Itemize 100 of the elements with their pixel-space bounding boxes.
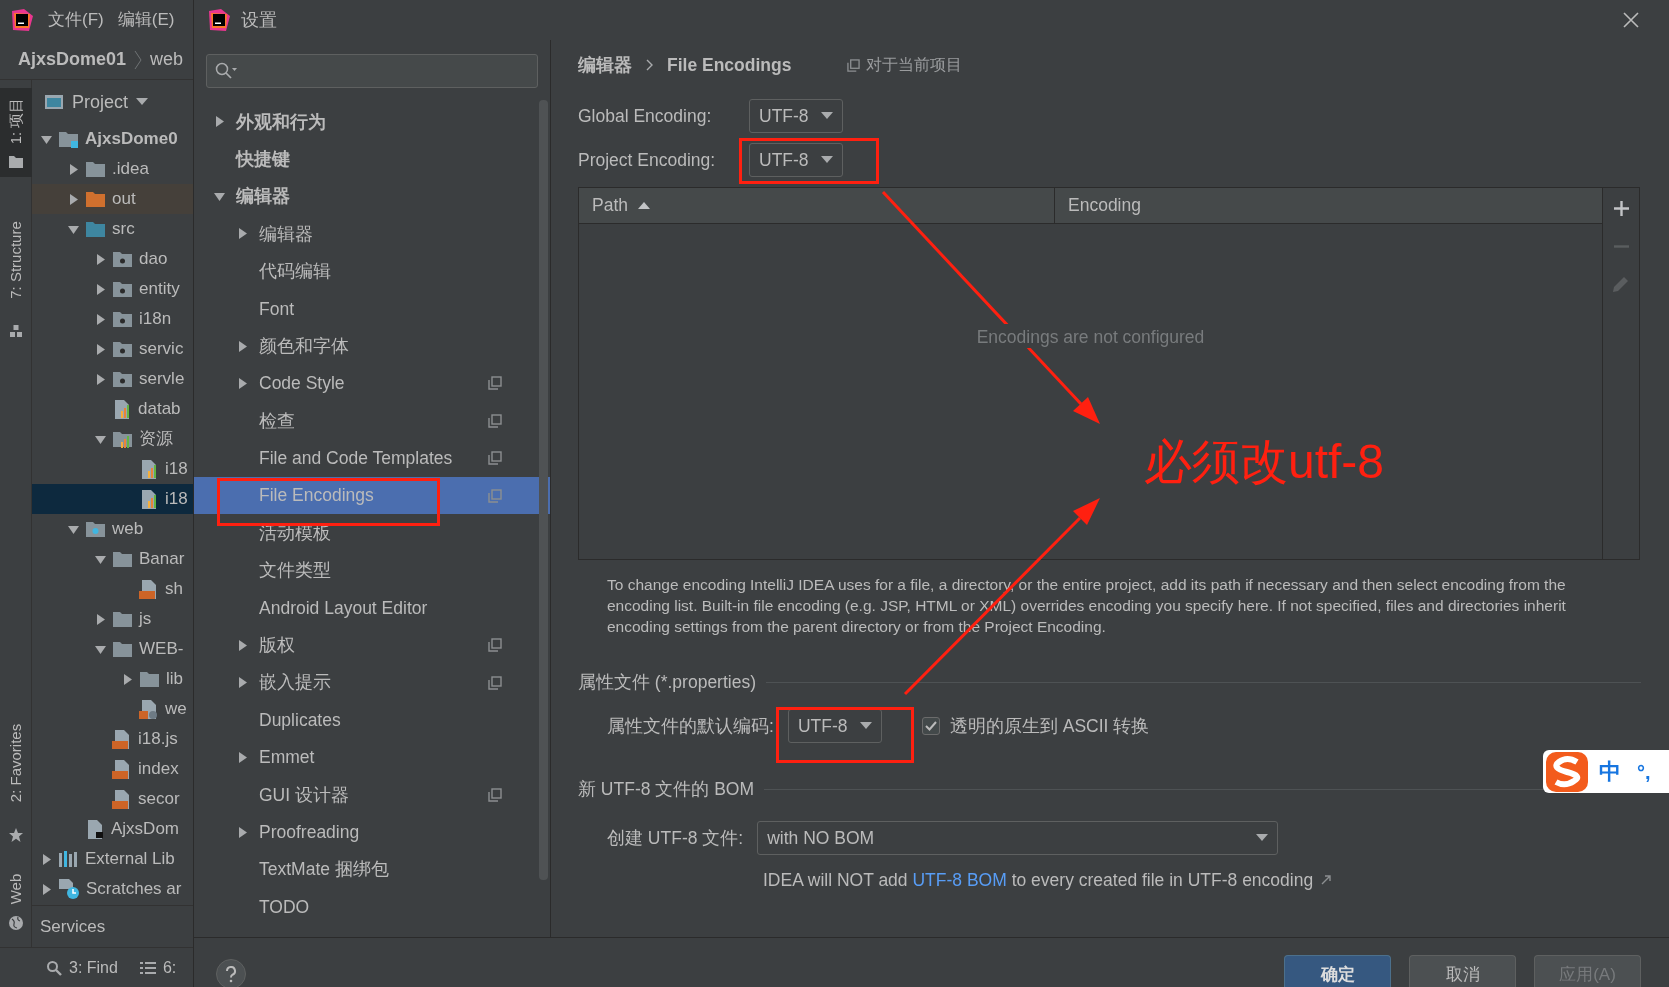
link[interactable]: UTF-8 BOM	[912, 869, 1007, 890]
tree-item[interactable]: .idea	[32, 154, 193, 184]
input-mode[interactable]: 中	[1599, 755, 1621, 788]
column-header[interactable]: Encoding	[1055, 188, 1602, 223]
collapse-arrow-icon[interactable]	[94, 553, 106, 565]
settings-item[interactable]: 文件类型	[194, 551, 550, 590]
tree-item[interactable]: Banar	[32, 544, 193, 574]
settings-item[interactable]: 外观和行为	[194, 103, 550, 141]
settings-item[interactable]: GUI 设计器	[194, 776, 550, 814]
column-header[interactable]: Path	[579, 188, 1055, 223]
search-field[interactable]	[206, 54, 538, 88]
tree-item[interactable]: src	[32, 214, 193, 244]
settings-item[interactable]: TextMate 捆绑包	[194, 850, 550, 889]
expand-arrow-icon[interactable]	[40, 883, 52, 895]
tree-item[interactable]: lib	[32, 664, 193, 694]
dialog-button[interactable]: 取消	[1409, 955, 1516, 987]
tree-item[interactable]: i18n	[32, 304, 193, 334]
tree-item[interactable]: WEB-	[32, 634, 193, 664]
settings-item[interactable]: File and Code Templates	[194, 439, 550, 477]
expand-arrow-icon[interactable]	[237, 826, 248, 838]
expand-arrow-icon[interactable]	[237, 377, 248, 389]
breadcrumb-item[interactable]: web	[150, 46, 184, 73]
dialog-button[interactable]: 确定	[1284, 955, 1391, 987]
settings-item[interactable]: Duplicates	[194, 701, 550, 739]
panel-title[interactable]: Project	[72, 88, 129, 116]
tree-item[interactable]: Scratches ar	[32, 874, 193, 904]
collapse-arrow-icon[interactable]	[67, 523, 79, 535]
expand-arrow-icon[interactable]	[94, 373, 106, 385]
tree-item[interactable]: secor	[32, 784, 193, 814]
tree-item[interactable]: js	[32, 604, 193, 634]
expand-arrow-icon[interactable]	[237, 228, 248, 240]
tree-item[interactable]: index	[32, 754, 193, 784]
expand-arrow-icon[interactable]	[94, 343, 106, 355]
expand-arrow-icon[interactable]	[94, 283, 106, 295]
tree-item[interactable]: 资源	[32, 424, 193, 454]
punctuation-mode[interactable]: °,	[1637, 756, 1651, 787]
tool-window-tab[interactable]: Web	[0, 865, 32, 939]
tree-item[interactable]: AjxsDom	[32, 814, 193, 844]
tool-window-tab[interactable]: 2: Favorites	[0, 700, 32, 851]
settings-item[interactable]: Font	[194, 289, 550, 328]
settings-item[interactable]: 快捷键	[194, 140, 550, 178]
dropdown-arrow-icon[interactable]	[136, 98, 149, 106]
tree-item[interactable]: i18	[32, 484, 193, 514]
menu-item[interactable]: 文件(F)	[48, 7, 104, 33]
expand-arrow-icon[interactable]	[237, 751, 248, 763]
tree-item[interactable]: AjxsDome0	[32, 124, 193, 154]
expand-arrow-icon[interactable]	[94, 253, 106, 265]
settings-item[interactable]: TODO	[194, 888, 550, 926]
tree-item[interactable]: datab	[32, 394, 193, 424]
collapse-arrow-icon[interactable]	[214, 190, 225, 202]
settings-item[interactable]: Emmet	[194, 738, 550, 777]
close-icon[interactable]	[1623, 12, 1639, 28]
collapse-arrow-icon[interactable]	[67, 223, 79, 235]
collapse-arrow-icon[interactable]	[94, 643, 106, 655]
tree-item[interactable]: we	[32, 694, 193, 724]
settings-item[interactable]: 代码编辑	[194, 252, 550, 290]
settings-item[interactable]: 编辑器	[194, 215, 550, 253]
ime-toolbar[interactable]: 中 °,	[1543, 750, 1669, 793]
dropdown[interactable]: with NO BOM	[757, 821, 1279, 855]
tree-item[interactable]: servle	[32, 364, 193, 394]
expand-arrow-icon[interactable]	[67, 193, 79, 205]
tree-item[interactable]: entity	[32, 274, 193, 304]
settings-item[interactable]: 版权	[194, 626, 550, 664]
dropdown[interactable]: UTF-8	[749, 143, 843, 177]
tool-window-button[interactable]: 3: Find	[46, 955, 118, 980]
expand-arrow-icon[interactable]	[237, 340, 248, 352]
expand-arrow-icon[interactable]	[214, 116, 225, 128]
collapse-arrow-icon[interactable]	[94, 433, 106, 445]
tree-item[interactable]: External Lib	[32, 844, 193, 874]
checkbox[interactable]: 透明的原生到 ASCII 转换	[921, 712, 1150, 740]
expand-arrow-icon[interactable]	[237, 639, 248, 651]
scrollbar[interactable]	[539, 100, 548, 880]
breadcrumb-item[interactable]: AjxsDome01	[18, 46, 127, 73]
external-link-icon[interactable]	[1321, 875, 1332, 885]
settings-item[interactable]: Proofreading	[194, 813, 550, 851]
expand-arrow-icon[interactable]	[121, 673, 133, 685]
tree-item[interactable]: dao	[32, 244, 193, 274]
checkbox-box[interactable]	[921, 717, 940, 735]
tree-item[interactable]: web	[32, 514, 193, 544]
expand-arrow-icon[interactable]	[94, 313, 106, 325]
settings-item[interactable]: 嵌入提示	[194, 663, 550, 702]
breadcrumb-item[interactable]: File Encodings	[667, 51, 792, 79]
menu-item[interactable]: 编辑(E)	[117, 7, 175, 33]
expand-arrow-icon[interactable]	[94, 613, 106, 625]
tool-window-tab[interactable]: 7: Structure	[0, 197, 32, 346]
help-button[interactable]	[216, 959, 246, 987]
tree-item[interactable]: servic	[32, 334, 193, 364]
services-tab[interactable]: Services	[40, 913, 106, 940]
tree-item[interactable]: out	[32, 184, 193, 214]
tree-item[interactable]: i18	[32, 454, 193, 484]
tree-item[interactable]: i18.js	[32, 724, 193, 754]
settings-item[interactable]: 检查	[194, 402, 550, 440]
tool-window-tab[interactable]: 1: 项目	[0, 88, 32, 177]
tool-window-button[interactable]: 6:	[139, 955, 177, 980]
settings-item[interactable]: Code Style	[194, 364, 550, 403]
expand-arrow-icon[interactable]	[237, 677, 248, 689]
dropdown[interactable]: UTF-8	[787, 709, 882, 743]
settings-item[interactable]: 编辑器	[194, 177, 550, 216]
dropdown[interactable]: UTF-8	[749, 99, 843, 133]
tree-item[interactable]: sh	[32, 574, 193, 604]
